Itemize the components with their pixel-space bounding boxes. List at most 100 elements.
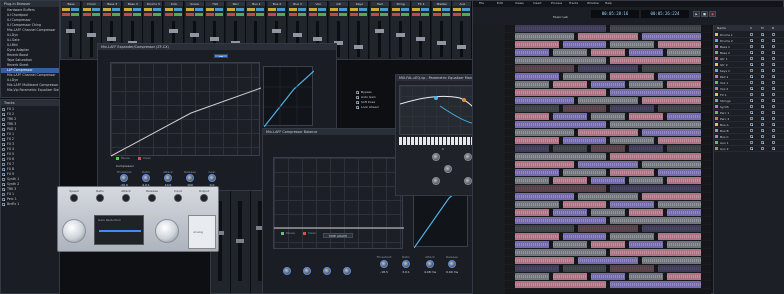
audio-clip[interactable] xyxy=(553,81,587,88)
track-checkbox[interactable] xyxy=(2,203,5,206)
track-toggle[interactable] xyxy=(761,141,764,144)
track-toggle[interactable] xyxy=(761,123,764,126)
channel-button[interactable] xyxy=(441,8,450,11)
audio-clip[interactable] xyxy=(515,57,606,64)
channel-button[interactable] xyxy=(421,13,430,16)
audio-clip[interactable] xyxy=(629,241,663,248)
audio-clip[interactable] xyxy=(610,233,654,240)
option-checkbox[interactable] xyxy=(356,106,359,109)
channel-button[interactable] xyxy=(91,13,100,16)
channel-button[interactable] xyxy=(432,8,441,11)
channel-button[interactable] xyxy=(371,8,379,11)
compressor-knob[interactable] xyxy=(186,174,194,182)
track-checkbox[interactable] xyxy=(2,173,5,176)
audio-clip[interactable] xyxy=(657,73,701,80)
audio-clip[interactable] xyxy=(641,161,701,168)
channel-button[interactable] xyxy=(165,8,173,11)
audio-clip[interactable] xyxy=(657,265,701,272)
track-toggle[interactable] xyxy=(750,147,753,150)
vintage-knob[interactable] xyxy=(200,194,208,202)
channel-button[interactable] xyxy=(338,8,347,11)
audio-clip[interactable] xyxy=(657,105,701,112)
audio-clip[interactable] xyxy=(515,145,549,152)
eq-knob[interactable] xyxy=(432,177,440,185)
vintage-knob[interactable] xyxy=(148,194,156,202)
audio-clip[interactable] xyxy=(629,145,663,152)
audio-clip[interactable] xyxy=(667,49,701,56)
channel-fader[interactable] xyxy=(460,21,464,57)
audio-clip[interactable] xyxy=(657,137,701,144)
fader-cap[interactable] xyxy=(457,45,467,49)
audio-clip[interactable] xyxy=(553,273,587,280)
channel-button[interactable] xyxy=(350,8,359,11)
channel-button[interactable] xyxy=(62,8,70,11)
compressor-knob[interactable] xyxy=(323,267,331,275)
audio-clip[interactable] xyxy=(641,129,701,136)
compressor-knob[interactable] xyxy=(142,174,150,182)
channel-button[interactable] xyxy=(206,8,215,11)
channel-button[interactable] xyxy=(412,13,421,16)
audio-clip[interactable] xyxy=(515,89,606,96)
vintage-knob[interactable] xyxy=(174,194,182,202)
channel-button[interactable] xyxy=(82,13,91,16)
track-toggle[interactable] xyxy=(761,111,764,114)
track-toggle[interactable] xyxy=(761,39,764,42)
channel-button[interactable] xyxy=(226,13,235,16)
audio-clip[interactable] xyxy=(667,177,701,184)
channel-button[interactable] xyxy=(462,13,471,16)
track-checkbox[interactable] xyxy=(2,143,5,146)
channel-button[interactable] xyxy=(256,13,265,16)
menu-item[interactable]: Insert xyxy=(533,1,542,5)
track-checkbox[interactable] xyxy=(2,123,5,126)
track-toggle[interactable] xyxy=(772,111,775,114)
track-checkbox[interactable] xyxy=(2,158,5,161)
audio-clip[interactable] xyxy=(515,41,559,48)
audio-clip[interactable] xyxy=(591,113,625,120)
track-toggle[interactable] xyxy=(750,123,753,126)
tab-time-graph[interactable]: TIME GRAPH xyxy=(323,233,353,238)
track-toggle[interactable] xyxy=(772,63,775,66)
track-checkbox[interactable] xyxy=(2,128,5,131)
channel-button[interactable] xyxy=(185,13,194,16)
track-toggle[interactable] xyxy=(772,93,775,96)
fader-cap[interactable] xyxy=(436,41,446,45)
track-toggle[interactable] xyxy=(761,57,764,60)
channel-button[interactable] xyxy=(391,13,400,16)
track-toggle[interactable] xyxy=(750,111,753,114)
output-knob[interactable] xyxy=(155,219,179,243)
channel-button[interactable] xyxy=(235,8,244,11)
audio-clip[interactable] xyxy=(641,257,701,264)
channel-button[interactable] xyxy=(132,13,141,16)
channel-button[interactable] xyxy=(194,13,203,16)
audio-clip[interactable] xyxy=(629,209,663,216)
track-toggle[interactable] xyxy=(761,45,764,48)
channel-button[interactable] xyxy=(400,13,409,16)
channel-button[interactable] xyxy=(268,8,276,11)
menu-item[interactable]: Process xyxy=(551,1,562,5)
track-toggle[interactable] xyxy=(772,105,775,108)
track-toggle[interactable] xyxy=(772,141,775,144)
audio-clip[interactable] xyxy=(515,105,559,112)
audio-clip[interactable] xyxy=(515,97,575,104)
compressor-knob[interactable] xyxy=(380,260,388,268)
audio-clip[interactable] xyxy=(515,273,549,280)
audio-clip[interactable] xyxy=(578,97,638,104)
track-checkbox[interactable] xyxy=(2,113,5,116)
channel-button[interactable] xyxy=(62,13,70,16)
track-toggle[interactable] xyxy=(761,129,764,132)
track-toggle[interactable] xyxy=(761,93,764,96)
audio-clip[interactable] xyxy=(515,65,575,72)
audio-clip[interactable] xyxy=(657,201,701,208)
audio-clip[interactable] xyxy=(553,145,587,152)
channel-button[interactable] xyxy=(329,13,338,16)
fader-cap[interactable] xyxy=(272,29,281,33)
track-toggle[interactable] xyxy=(761,135,764,138)
audio-clip[interactable] xyxy=(667,273,701,280)
channel-button[interactable] xyxy=(174,13,182,16)
audio-clip[interactable] xyxy=(610,153,701,160)
compressor-knob[interactable] xyxy=(120,174,128,182)
audio-clip[interactable] xyxy=(515,121,606,128)
track-toggle[interactable] xyxy=(772,147,775,150)
audio-clip[interactable] xyxy=(610,105,654,112)
audio-clip[interactable] xyxy=(515,73,559,80)
